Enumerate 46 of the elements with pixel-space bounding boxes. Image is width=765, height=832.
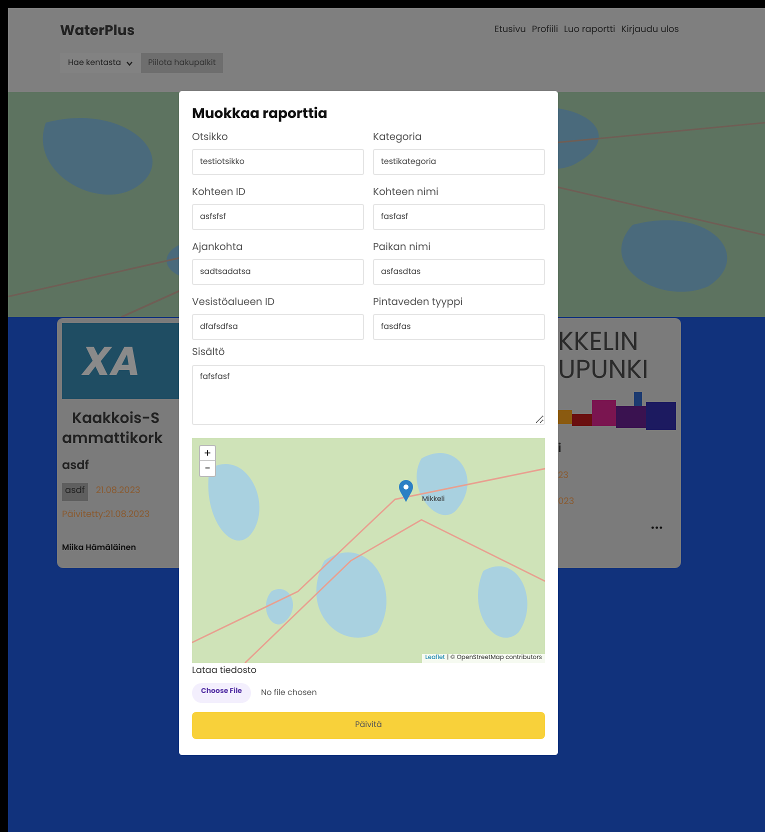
nav-link[interactable]: Luo raportti xyxy=(564,24,616,38)
nav-link[interactable]: Profiili xyxy=(532,24,558,38)
brand-name: WaterPlus xyxy=(60,20,135,41)
field-label: Kategoria xyxy=(373,129,423,145)
caret-icon xyxy=(126,60,134,66)
author-name: Miika Hämäläinen xyxy=(62,542,137,554)
content-textarea[interactable]: fafsfasf xyxy=(192,365,545,425)
file-status: No file chosen xyxy=(260,686,317,698)
organization-name: Kaakkois-S xyxy=(71,409,161,429)
logo-text: KKELIN xyxy=(558,328,638,356)
report-title: asdf xyxy=(62,457,90,475)
text-field[interactable]: asfasdtas xyxy=(373,259,545,285)
text-field[interactable]: dfafsdfsa xyxy=(192,314,364,340)
report-title: i xyxy=(558,440,562,458)
text-field[interactable]: asfsfsf xyxy=(192,204,364,230)
nav-link[interactable]: Etusivu xyxy=(494,24,526,38)
nav-link[interactable]: Kirjaudu ulos xyxy=(621,24,679,38)
more-menu-button[interactable]: ••• xyxy=(650,523,663,533)
text-field[interactable]: testikategoria xyxy=(373,149,545,175)
logo-text: UPUNKI xyxy=(558,356,650,384)
field-label: Sisältö xyxy=(192,344,226,360)
field-label: Kohteen ID xyxy=(192,184,246,200)
field-label: Lataa tiedosto xyxy=(192,665,258,678)
report-tag: asdf xyxy=(62,483,88,500)
field-label: Ajankohta xyxy=(192,239,244,255)
field-label: Otsikko xyxy=(192,129,229,145)
text-field[interactable]: fasfasf xyxy=(373,204,545,230)
field-label: Kohteen nimi xyxy=(373,184,440,200)
updated-date: 023 xyxy=(558,496,576,509)
report-date: 23 xyxy=(558,470,570,484)
field-label: Vesistöalueen ID xyxy=(192,294,276,310)
skyline-logo-icon xyxy=(558,392,677,432)
dialog-title: Muokkaa raporttia xyxy=(192,103,328,123)
text-field[interactable]: fasdfas xyxy=(373,314,545,340)
report-date: 21.08.2023 xyxy=(96,485,140,498)
update-button[interactable]: Päivitä xyxy=(192,712,545,738)
text-field[interactable]: sadtsadatsa xyxy=(192,259,364,285)
field-label: Pintaveden tyyppi xyxy=(373,294,464,310)
updated-date: Päivitetty:21.08.2023 xyxy=(62,508,151,522)
organization-name: ammattikork xyxy=(62,429,164,449)
field-label: Paikan nimi xyxy=(373,239,432,255)
zoom-in-button[interactable]: + xyxy=(200,446,215,461)
text-field[interactable]: testiotsikko xyxy=(192,149,364,175)
zoom-out-button[interactable]: − xyxy=(200,461,215,476)
map-pin-icon xyxy=(399,480,413,502)
logo-text: XA xyxy=(82,341,140,381)
